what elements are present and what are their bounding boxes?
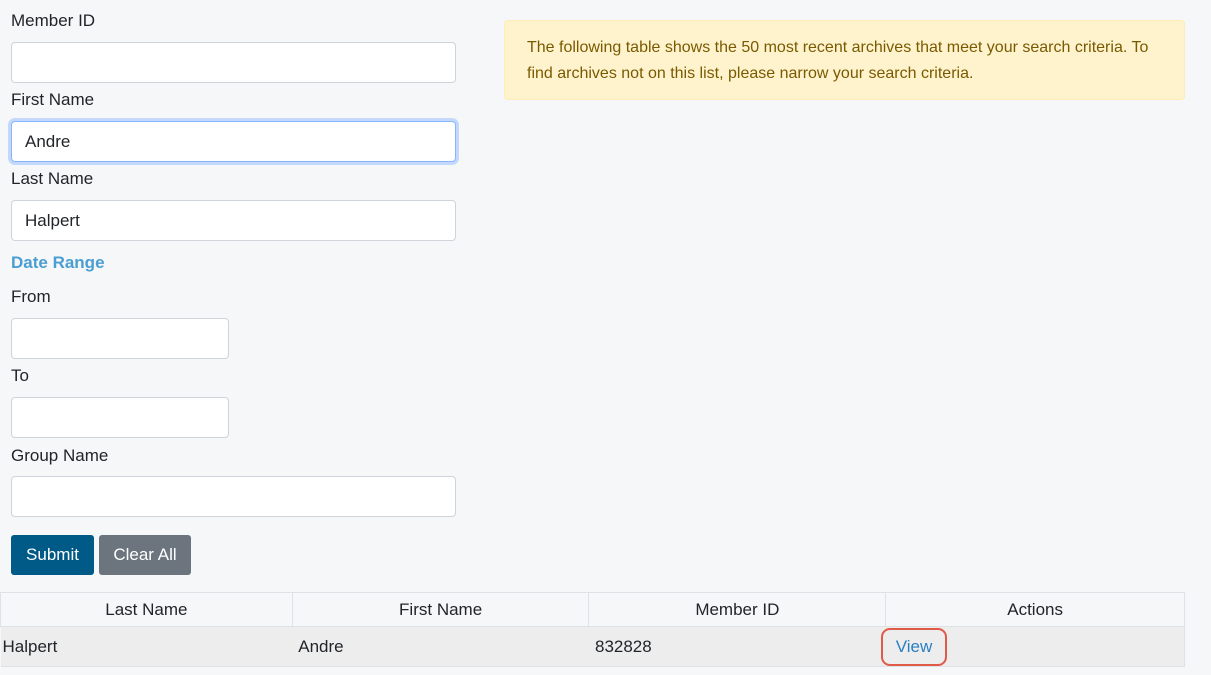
member-id-label: Member ID bbox=[11, 11, 96, 30]
first-name-input[interactable] bbox=[11, 121, 456, 162]
view-link[interactable]: View bbox=[880, 627, 948, 666]
submit-button[interactable]: Submit bbox=[11, 535, 94, 575]
from-date-label: From bbox=[11, 287, 51, 306]
cell-member-id: 832828 bbox=[588, 626, 886, 667]
results-table: Last Name First Name Member ID Actions H… bbox=[0, 592, 1185, 667]
to-date-input[interactable] bbox=[11, 397, 229, 438]
last-name-label: Last Name bbox=[11, 169, 94, 188]
from-date-input[interactable] bbox=[11, 318, 229, 359]
to-date-label: To bbox=[11, 366, 29, 385]
last-name-input[interactable] bbox=[11, 200, 456, 241]
archive-search-page: Member ID First Name Last Name Date Rang… bbox=[0, 0, 1211, 675]
group-name-label: Group Name bbox=[11, 446, 109, 465]
cell-last-name: Halpert bbox=[0, 626, 293, 667]
cell-actions: View bbox=[880, 626, 1185, 667]
clear-all-button[interactable]: Clear All bbox=[99, 535, 191, 575]
table-header-row: Last Name First Name Member ID Actions bbox=[0, 592, 1185, 627]
date-range-heading: Date Range bbox=[11, 253, 105, 272]
table-row: Halpert Andre 832828 View bbox=[0, 626, 1185, 667]
results-info-alert: The following table shows the 50 most re… bbox=[504, 20, 1185, 100]
cell-first-name: Andre bbox=[292, 626, 589, 667]
column-header-last-name: Last Name bbox=[0, 592, 293, 627]
column-header-actions: Actions bbox=[885, 592, 1185, 627]
alert-text: The following table shows the 50 most re… bbox=[527, 39, 1149, 82]
first-name-label: First Name bbox=[11, 90, 95, 109]
column-header-first-name: First Name bbox=[291, 592, 590, 627]
column-header-member-id: Member ID bbox=[588, 592, 887, 627]
member-id-input[interactable] bbox=[11, 42, 456, 83]
group-name-input[interactable] bbox=[11, 476, 456, 517]
